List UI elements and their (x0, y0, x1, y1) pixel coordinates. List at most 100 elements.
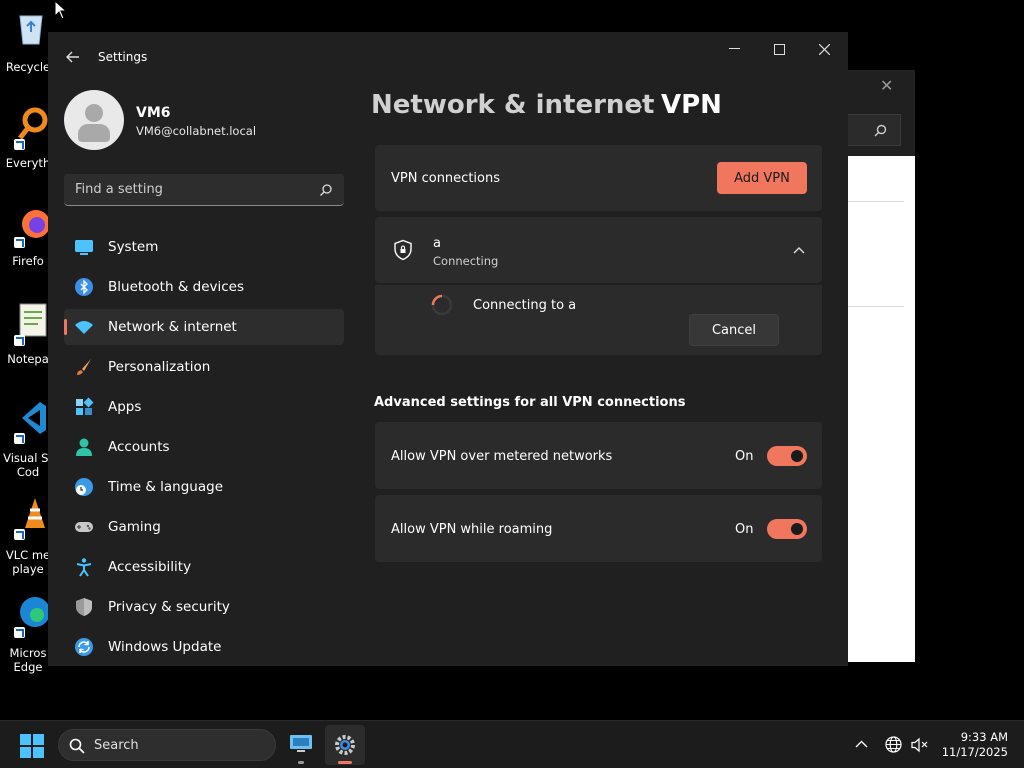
metered-networks-label: Allow VPN over metered networks (391, 449, 613, 464)
search-icon (874, 124, 887, 137)
clock-date: 11/17/2025 (941, 745, 1008, 759)
settings-window: Settings VM6 VM6@collabnet.local System … (48, 32, 848, 666)
minimize-button[interactable] (712, 40, 756, 60)
vpn-connections-label: VPN connections (391, 171, 500, 186)
add-vpn-button[interactable]: Add VPN (717, 162, 807, 194)
roaming-toggle[interactable] (767, 519, 807, 539)
breadcrumb-parent[interactable]: Network & internet (371, 90, 654, 120)
sidebar-item-system[interactable]: System (64, 229, 344, 265)
remote-desktop-icon (290, 735, 312, 752)
sidebar-item-accounts[interactable]: Accounts (64, 429, 344, 465)
background-window-content (848, 156, 915, 662)
sidebar-item-label: Time & language (108, 479, 224, 495)
desktop-icon-recycle-bin[interactable]: Recycle (0, 10, 50, 76)
taskbar-app-settings[interactable] (325, 725, 365, 765)
sidebar-item-bluetooth[interactable]: Bluetooth & devices (64, 269, 344, 305)
vpn-connection-status: Connecting (433, 254, 499, 268)
taskbar: Search 9:33 AM 11/17/2025 (0, 720, 1024, 768)
divider (848, 201, 904, 202)
sidebar-item-privacy-security[interactable]: Privacy & security (64, 589, 344, 625)
vpn-connection-name: a (433, 236, 441, 251)
maximize-button[interactable] (757, 40, 801, 60)
bluetooth-icon (75, 278, 93, 296)
sidebar-item-apps[interactable]: Apps (64, 389, 344, 425)
sidebar-item-windows-update[interactable]: Windows Update (64, 629, 344, 665)
sidebar-item-network[interactable]: Network & internet (64, 309, 344, 345)
sidebar-item-accessibility[interactable]: Accessibility (64, 549, 344, 585)
search-icon (69, 738, 85, 754)
chevron-right-icon (634, 101, 643, 113)
shortcut-arrow-icon (14, 335, 25, 346)
sidebar-item-personalization[interactable]: Personalization (64, 349, 344, 385)
desktop-icon-vlc[interactable]: VLC me playe (0, 496, 50, 580)
windows-start-icon[interactable] (20, 734, 44, 758)
chevron-up-icon[interactable] (793, 246, 805, 254)
accounts-icon (76, 438, 92, 456)
vpn-connection-header[interactable]: a Connecting (375, 217, 822, 283)
sidebar-item-label: Windows Update (108, 639, 222, 655)
metered-networks-toggle[interactable] (767, 446, 807, 466)
search-icon[interactable] (319, 183, 333, 197)
vpn-shield-icon (394, 239, 412, 261)
desktop-icon-notepad[interactable]: Notepa (0, 302, 49, 368)
sidebar-item-gaming[interactable]: Gaming (64, 509, 344, 545)
desktop-icon-firefox[interactable]: Firefo (0, 204, 48, 270)
search-input[interactable] (64, 174, 304, 204)
app-running-indicator (298, 761, 304, 764)
taskbar-app-remote-desktop[interactable] (281, 725, 321, 765)
taskbar-clock[interactable]: 9:33 AM 11/17/2025 (940, 730, 1008, 760)
app-active-indicator (338, 761, 352, 764)
desktop-icon-everything[interactable]: Everyth (0, 106, 50, 172)
everything-icon (18, 107, 48, 140)
shortcut-arrow-icon (14, 529, 25, 540)
vlc-icon (25, 498, 45, 528)
sidebar-item-label: Accounts (108, 439, 170, 455)
connecting-text: Connecting to a (473, 298, 577, 313)
notepad-plus-plus-icon (19, 303, 47, 337)
update-icon (75, 638, 93, 656)
shortcut-arrow-icon (14, 627, 25, 638)
desktop-icon-edge[interactable]: Micros Edge (0, 594, 48, 678)
accessibility-icon (76, 558, 92, 577)
clock-time: 9:33 AM (960, 730, 1008, 744)
toggle-knob (791, 523, 803, 535)
close-icon (819, 44, 830, 55)
firefox-icon (22, 210, 48, 238)
cancel-button[interactable]: Cancel (689, 314, 779, 346)
chevron-up-icon[interactable] (855, 740, 868, 748)
divider (848, 306, 904, 307)
roaming-row: Allow VPN while roaming On (375, 495, 822, 562)
close-button[interactable] (802, 40, 846, 60)
avatar[interactable] (64, 90, 124, 150)
title-bar: Settings (48, 32, 848, 82)
background-window[interactable]: ✕ (848, 70, 915, 662)
volume-muted-icon[interactable] (911, 737, 929, 753)
shortcut-arrow-icon (14, 139, 25, 150)
loading-spinner-icon (431, 294, 453, 316)
sidebar-item-label: Bluetooth & devices (108, 279, 245, 295)
vpn-connections-card: VPN connections Add VPN (375, 145, 822, 211)
shortcut-arrow-icon (14, 237, 25, 248)
sidebar-item-time-language[interactable]: Time & language (64, 469, 344, 505)
mouse-cursor-icon (54, 0, 66, 20)
find-setting-box[interactable] (64, 174, 344, 206)
background-window-search[interactable] (848, 114, 901, 146)
vpn-connection-details: Connecting to a Cancel (375, 285, 822, 355)
sidebar-item-label: Accessibility (108, 559, 192, 575)
window-title: Settings (98, 50, 148, 64)
brush-icon (77, 359, 91, 375)
sidebar-item-label: Personalization (108, 359, 211, 375)
user-name: VM6 (136, 105, 171, 121)
taskbar-search[interactable]: Search (58, 729, 276, 761)
globe-clock-icon (75, 478, 93, 496)
shortcut-arrow-icon (14, 433, 25, 444)
desktop-icon-vscode[interactable]: Visual St Cod (0, 400, 53, 482)
network-globe-icon[interactable] (885, 736, 902, 753)
avatar-head (85, 104, 103, 122)
sidebar-item-label: System (108, 239, 159, 255)
wifi-icon (75, 321, 93, 334)
back-arrow-icon[interactable] (64, 48, 82, 66)
background-window-close-icon[interactable]: ✕ (880, 76, 893, 95)
sidebar-item-label: Apps (108, 399, 142, 415)
apps-icon (76, 397, 94, 415)
